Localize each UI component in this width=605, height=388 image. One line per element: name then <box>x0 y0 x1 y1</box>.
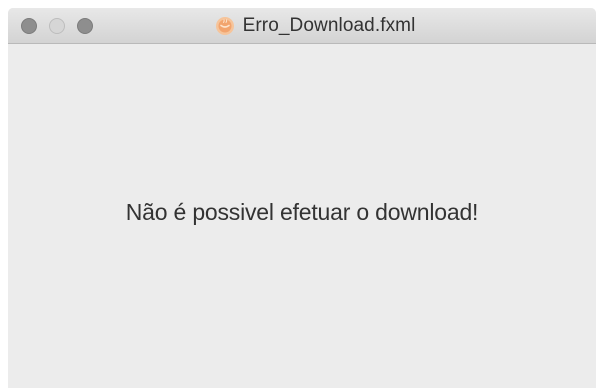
title-bar[interactable]: Erro_Download.fxml <box>8 8 596 44</box>
app-window: Erro_Download.fxml Não é possivel efetua… <box>8 8 596 388</box>
content-area: Não é possivel efetuar o download! <box>8 44 596 388</box>
java-coffee-icon <box>215 16 235 36</box>
window-title: Erro_Download.fxml <box>242 14 416 36</box>
window-title-group: Erro_Download.fxml <box>34 8 596 43</box>
error-message: Não é possivel efetuar o download! <box>125 198 479 225</box>
